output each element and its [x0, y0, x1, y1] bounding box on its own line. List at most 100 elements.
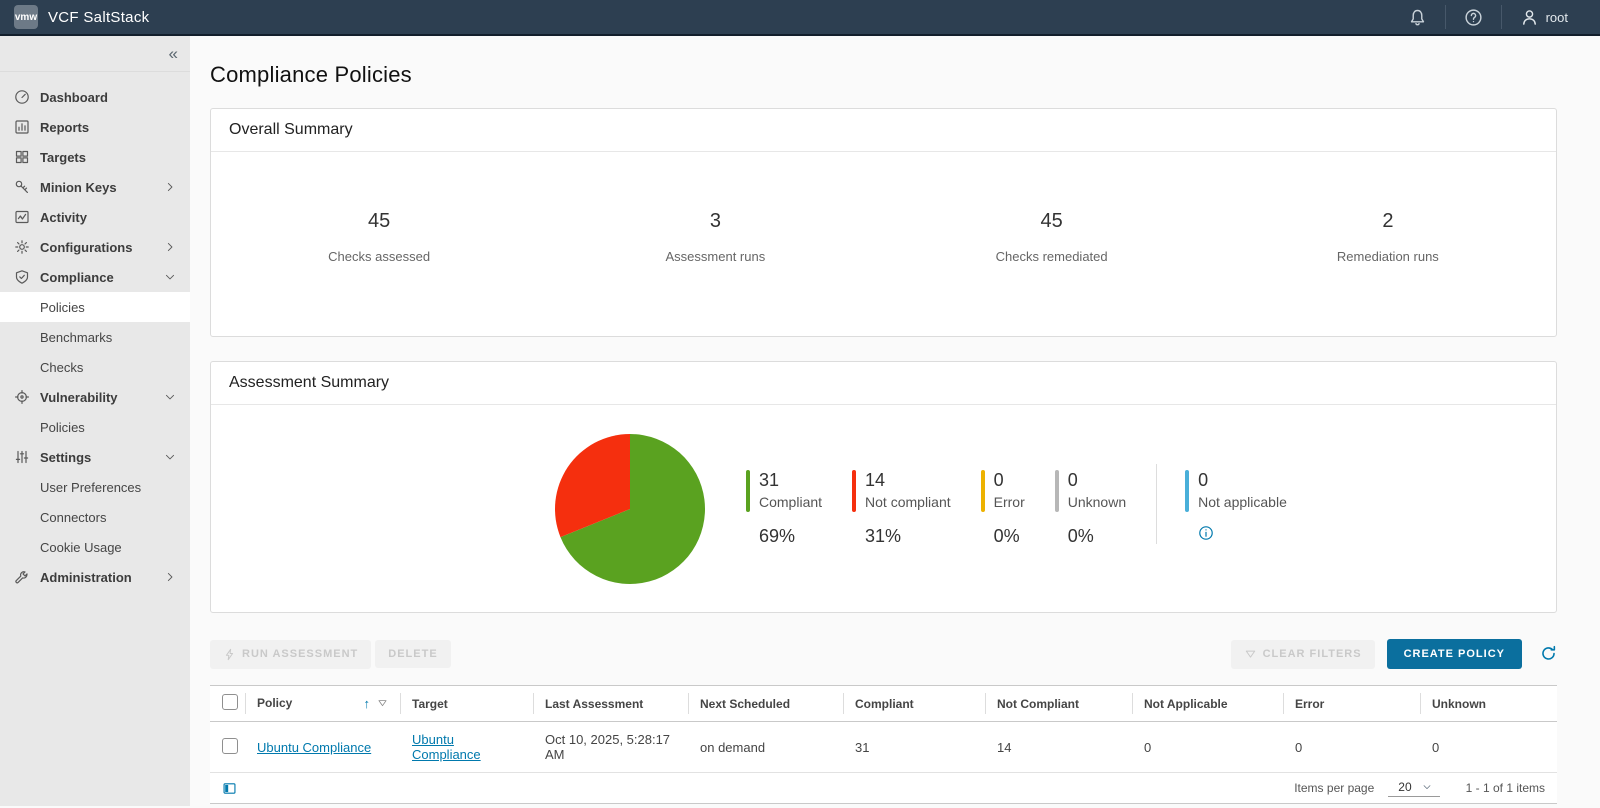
legend-item-not-compliant: 14 Not compliant 31%: [852, 470, 951, 547]
compliance-pie-chart: [554, 433, 706, 585]
shield-icon: [14, 269, 30, 285]
column-header-target[interactable]: Target: [400, 685, 533, 722]
row-checkbox[interactable]: [222, 737, 238, 754]
legend-percent: 0%: [993, 526, 1020, 546]
legend-label: Compliant: [759, 494, 823, 510]
chevron-down-icon: [164, 391, 176, 403]
legend-percent: 69%: [759, 526, 796, 546]
stat-value: 2: [1382, 210, 1394, 232]
table-footer: Items per page 20 1 - 1 of 1 items: [210, 773, 1557, 804]
column-header-policy[interactable]: Policy ↑: [245, 685, 400, 722]
chevron-down-icon: [164, 271, 176, 283]
sidebar-item-benchmarks[interactable]: Benchmarks: [0, 322, 190, 352]
column-filter-icon[interactable]: [377, 698, 388, 709]
column-header-compliant[interactable]: Compliant: [843, 685, 985, 722]
run-assessment-button[interactable]: Run Assessment: [210, 639, 372, 669]
sidebar-item-checks[interactable]: Checks: [0, 352, 190, 382]
chevron-down-icon: [1422, 782, 1432, 792]
sidebar-item-dashboard[interactable]: Dashboard: [0, 82, 190, 112]
column-header-last-assessment[interactable]: Last Assessment: [533, 685, 688, 722]
legend-percent: 31%: [865, 526, 902, 546]
stat-value: 45: [368, 210, 391, 232]
legend-item-not-applicable: 0 Not applicable: [1185, 470, 1287, 542]
legend-percent: 0%: [1067, 526, 1094, 546]
overall-summary-title: Overall Summary: [211, 109, 1556, 152]
sidebar-item-policies[interactable]: Policies: [0, 292, 190, 322]
items-per-page-select[interactable]: 20: [1388, 779, 1440, 797]
activity-icon: [14, 209, 30, 225]
target-icon: [14, 389, 30, 405]
cell-policy: Ubuntu Compliance: [245, 721, 400, 773]
clear-filters-button[interactable]: Clear Filters: [1230, 639, 1375, 669]
select-all-checkbox[interactable]: [222, 694, 238, 710]
legend-color-bar: [980, 470, 985, 512]
legend-value: 14: [865, 470, 886, 490]
main-content: Compliance Policies Overall Summary 45 C…: [190, 36, 1600, 806]
legend-color-bar: [746, 470, 750, 512]
legend-label: Not applicable: [1198, 494, 1287, 510]
sidebar-item-policies[interactable]: Policies: [0, 412, 190, 442]
sort-ascending-icon[interactable]: ↑: [364, 696, 371, 711]
cell-not-compliant: 14: [985, 721, 1132, 773]
column-header-error[interactable]: Error: [1283, 685, 1420, 722]
grid-icon: [14, 149, 30, 165]
sidebar-item-targets[interactable]: Targets: [0, 142, 190, 172]
cell-not-applicable: 0: [1132, 721, 1283, 773]
filter-icon: [1244, 648, 1257, 661]
summary-stat: 45 Checks assessed: [211, 210, 547, 264]
column-header-not-applicable[interactable]: Not Applicable: [1132, 685, 1283, 722]
legend-label: Error: [993, 494, 1025, 510]
refresh-button[interactable]: [1540, 645, 1557, 663]
table-row: Ubuntu Compliance Ubuntu Compliance Oct 10…: [210, 721, 1557, 773]
cell-unknown: 0: [1420, 721, 1557, 773]
column-header-not-compliant[interactable]: Not Compliant: [985, 685, 1132, 722]
sliders-icon: [14, 449, 30, 465]
vmware-logo: vmw: [14, 5, 38, 29]
user-menu[interactable]: root: [1502, 8, 1586, 27]
gauge-icon: [14, 89, 30, 105]
sidebar-item-vulnerability[interactable]: Vulnerability: [0, 382, 190, 412]
chevron-right-icon: [164, 571, 176, 583]
refresh-icon: [1540, 645, 1557, 662]
sidebar-item-activity[interactable]: Activity: [0, 202, 190, 232]
items-per-page-label: Items per page: [1294, 781, 1375, 795]
grid-toolbar: Run Assessment Delete Clear Filters Crea…: [210, 639, 1557, 669]
key-icon: [14, 179, 30, 195]
help-button[interactable]: [1446, 8, 1501, 27]
sidebar-item-connectors[interactable]: Connectors: [0, 502, 190, 532]
column-header-next-scheduled[interactable]: Next Scheduled: [688, 685, 843, 722]
info-button[interactable]: [1198, 524, 1287, 542]
info-icon: [1198, 525, 1214, 541]
cell-target-link[interactable]: Ubuntu Compliance: [412, 732, 481, 762]
sidebar-item-settings[interactable]: Settings: [0, 442, 190, 472]
summary-stat: 45 Checks remediated: [884, 210, 1220, 264]
sidebar-collapse-button[interactable]: «: [169, 45, 178, 62]
create-policy-button[interactable]: Create Policy: [1386, 639, 1522, 669]
columns-icon: [222, 781, 237, 796]
notifications-button[interactable]: [1390, 8, 1445, 27]
bar-chart-icon: [14, 119, 30, 135]
legend-value: 0: [993, 470, 1004, 490]
sidebar-item-user-preferences[interactable]: User Preferences: [0, 472, 190, 502]
sidebar-item-reports[interactable]: Reports: [0, 112, 190, 142]
stat-value: 3: [709, 210, 721, 232]
stat-label: Checks remediated: [995, 249, 1108, 264]
sidebar-item-administration[interactable]: Administration: [0, 562, 190, 592]
column-header-unknown[interactable]: Unknown: [1420, 685, 1557, 722]
username: root: [1545, 9, 1568, 25]
help-icon: [1464, 8, 1483, 27]
cell-target: Ubuntu Compliance: [400, 721, 533, 773]
bolt-icon: [223, 648, 236, 661]
legend-value: 0: [1067, 470, 1078, 490]
cell-error: 0: [1283, 721, 1420, 773]
sidebar-item-minion-keys[interactable]: Minion Keys: [0, 172, 190, 202]
sidebar-item-compliance[interactable]: Compliance: [0, 262, 190, 292]
summary-stat: 2 Remediation runs: [1220, 210, 1556, 264]
sidebar: « Dashboard Reports Targets Minion Keys …: [0, 36, 190, 806]
delete-button[interactable]: Delete: [375, 640, 451, 668]
legend-divider: [1156, 463, 1158, 544]
column-settings-button[interactable]: [222, 781, 237, 796]
sidebar-item-cookie-usage[interactable]: Cookie Usage: [0, 532, 190, 562]
sidebar-item-configurations[interactable]: Configurations: [0, 232, 190, 262]
cell-policy-link[interactable]: Ubuntu Compliance: [257, 740, 371, 755]
